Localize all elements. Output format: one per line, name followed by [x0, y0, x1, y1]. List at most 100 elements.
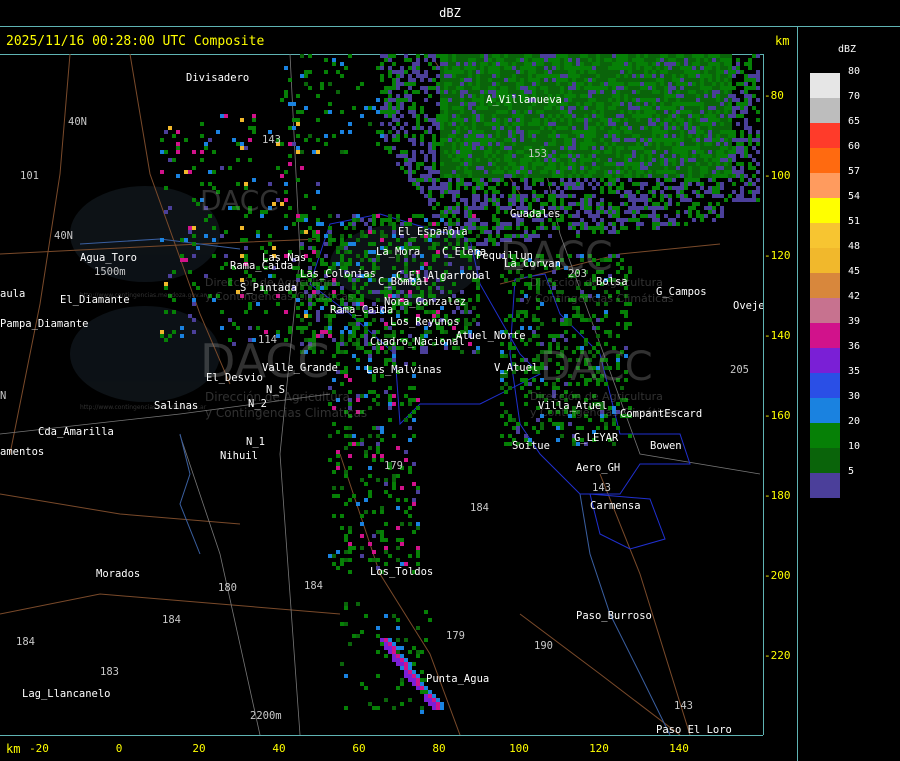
echo-cell	[508, 66, 512, 70]
echo-cell	[652, 190, 656, 194]
echo-cell	[552, 146, 556, 150]
echo-cell	[504, 174, 508, 178]
echo-cell	[680, 106, 684, 110]
echo-cell	[508, 418, 512, 422]
echo-cell	[388, 86, 392, 90]
echo-cell	[716, 190, 720, 194]
echo-cell	[460, 94, 464, 98]
echo-cell	[472, 62, 476, 66]
echo-cell	[536, 178, 540, 182]
echo-cell	[348, 546, 352, 550]
echo-cell	[248, 326, 252, 330]
echo-cell	[588, 102, 592, 106]
echo-cell	[400, 330, 404, 334]
echo-cell	[640, 98, 644, 102]
echo-cell	[568, 158, 572, 162]
echo-cell	[544, 138, 548, 142]
echo-cell	[580, 142, 584, 146]
echo-cell	[640, 130, 644, 134]
echo-cell	[644, 138, 648, 142]
echo-cell	[472, 94, 476, 98]
echo-cell	[716, 214, 720, 218]
echo-cell	[512, 346, 516, 350]
echo-cell	[580, 202, 584, 206]
echo-cell	[472, 206, 476, 210]
echo-cell	[608, 74, 612, 78]
echo-cell	[416, 162, 420, 166]
echo-cell	[320, 262, 324, 266]
echo-cell	[628, 170, 632, 174]
echo-cell	[636, 78, 640, 82]
echo-cell	[688, 162, 692, 166]
echo-cell	[508, 226, 512, 230]
echo-cell	[520, 66, 524, 70]
echo-cell	[472, 226, 476, 230]
echo-cell	[692, 190, 696, 194]
echo-cell	[608, 214, 612, 218]
echo-cell	[336, 430, 340, 434]
echo-cell	[416, 62, 420, 66]
echo-cell	[380, 530, 384, 534]
echo-cell	[348, 378, 352, 382]
echo-cell	[648, 206, 652, 210]
echo-cell	[512, 170, 516, 174]
echo-cell	[736, 62, 740, 66]
echo-cell	[668, 78, 672, 82]
echo-cell	[440, 134, 444, 138]
echo-cell	[580, 62, 584, 66]
echo-cell	[556, 74, 560, 78]
echo-cell	[708, 206, 712, 210]
echo-cell	[668, 110, 672, 114]
echo-cell	[684, 174, 688, 178]
echo-cell	[456, 90, 460, 94]
echo-cell	[440, 110, 444, 114]
echo-cell	[620, 202, 624, 206]
map-area[interactable]: DACC DACC DACC DACC Dirección de Agricul…	[0, 54, 763, 735]
echo-cell	[288, 154, 292, 158]
echo-cell	[672, 218, 676, 222]
echo-cell	[416, 66, 420, 70]
echo-cell	[524, 118, 528, 122]
echo-cell	[600, 158, 604, 162]
echo-cell	[664, 122, 668, 126]
echo-cell	[564, 338, 568, 342]
echo-cell	[628, 122, 632, 126]
echo-cell	[536, 306, 540, 310]
echo-cell	[528, 62, 532, 66]
echo-cell	[544, 134, 548, 138]
echo-cell	[552, 122, 556, 126]
echo-cell	[540, 178, 544, 182]
echo-cell	[704, 158, 708, 162]
echo-cell	[672, 74, 676, 78]
echo-cell	[712, 90, 716, 94]
echo-cell	[412, 178, 416, 182]
echo-cell	[200, 122, 204, 126]
echo-cell	[492, 82, 496, 86]
echo-cell	[412, 66, 416, 70]
echo-cell	[664, 202, 668, 206]
echo-cell	[644, 162, 648, 166]
echo-cell	[404, 122, 408, 126]
echo-cell	[496, 86, 500, 90]
echo-cell	[340, 486, 344, 490]
echo-cell	[540, 130, 544, 134]
echo-cell	[628, 130, 632, 134]
echo-cell	[660, 150, 664, 154]
echo-cell	[724, 102, 728, 106]
echo-cell	[512, 54, 516, 58]
echo-cell	[516, 146, 520, 150]
echo-cell	[388, 650, 392, 654]
echo-cell	[664, 102, 668, 106]
echo-cell	[420, 110, 424, 114]
echo-cell	[560, 78, 564, 82]
echo-cell	[476, 286, 480, 290]
echo-cell	[436, 122, 440, 126]
echo-cell	[444, 66, 448, 70]
echo-cell	[424, 158, 428, 162]
echo-cell	[656, 178, 660, 182]
echo-cell	[688, 78, 692, 82]
echo-cell	[620, 134, 624, 138]
echo-cell	[640, 66, 644, 70]
echo-cell	[676, 106, 680, 110]
echo-cell	[172, 330, 176, 334]
